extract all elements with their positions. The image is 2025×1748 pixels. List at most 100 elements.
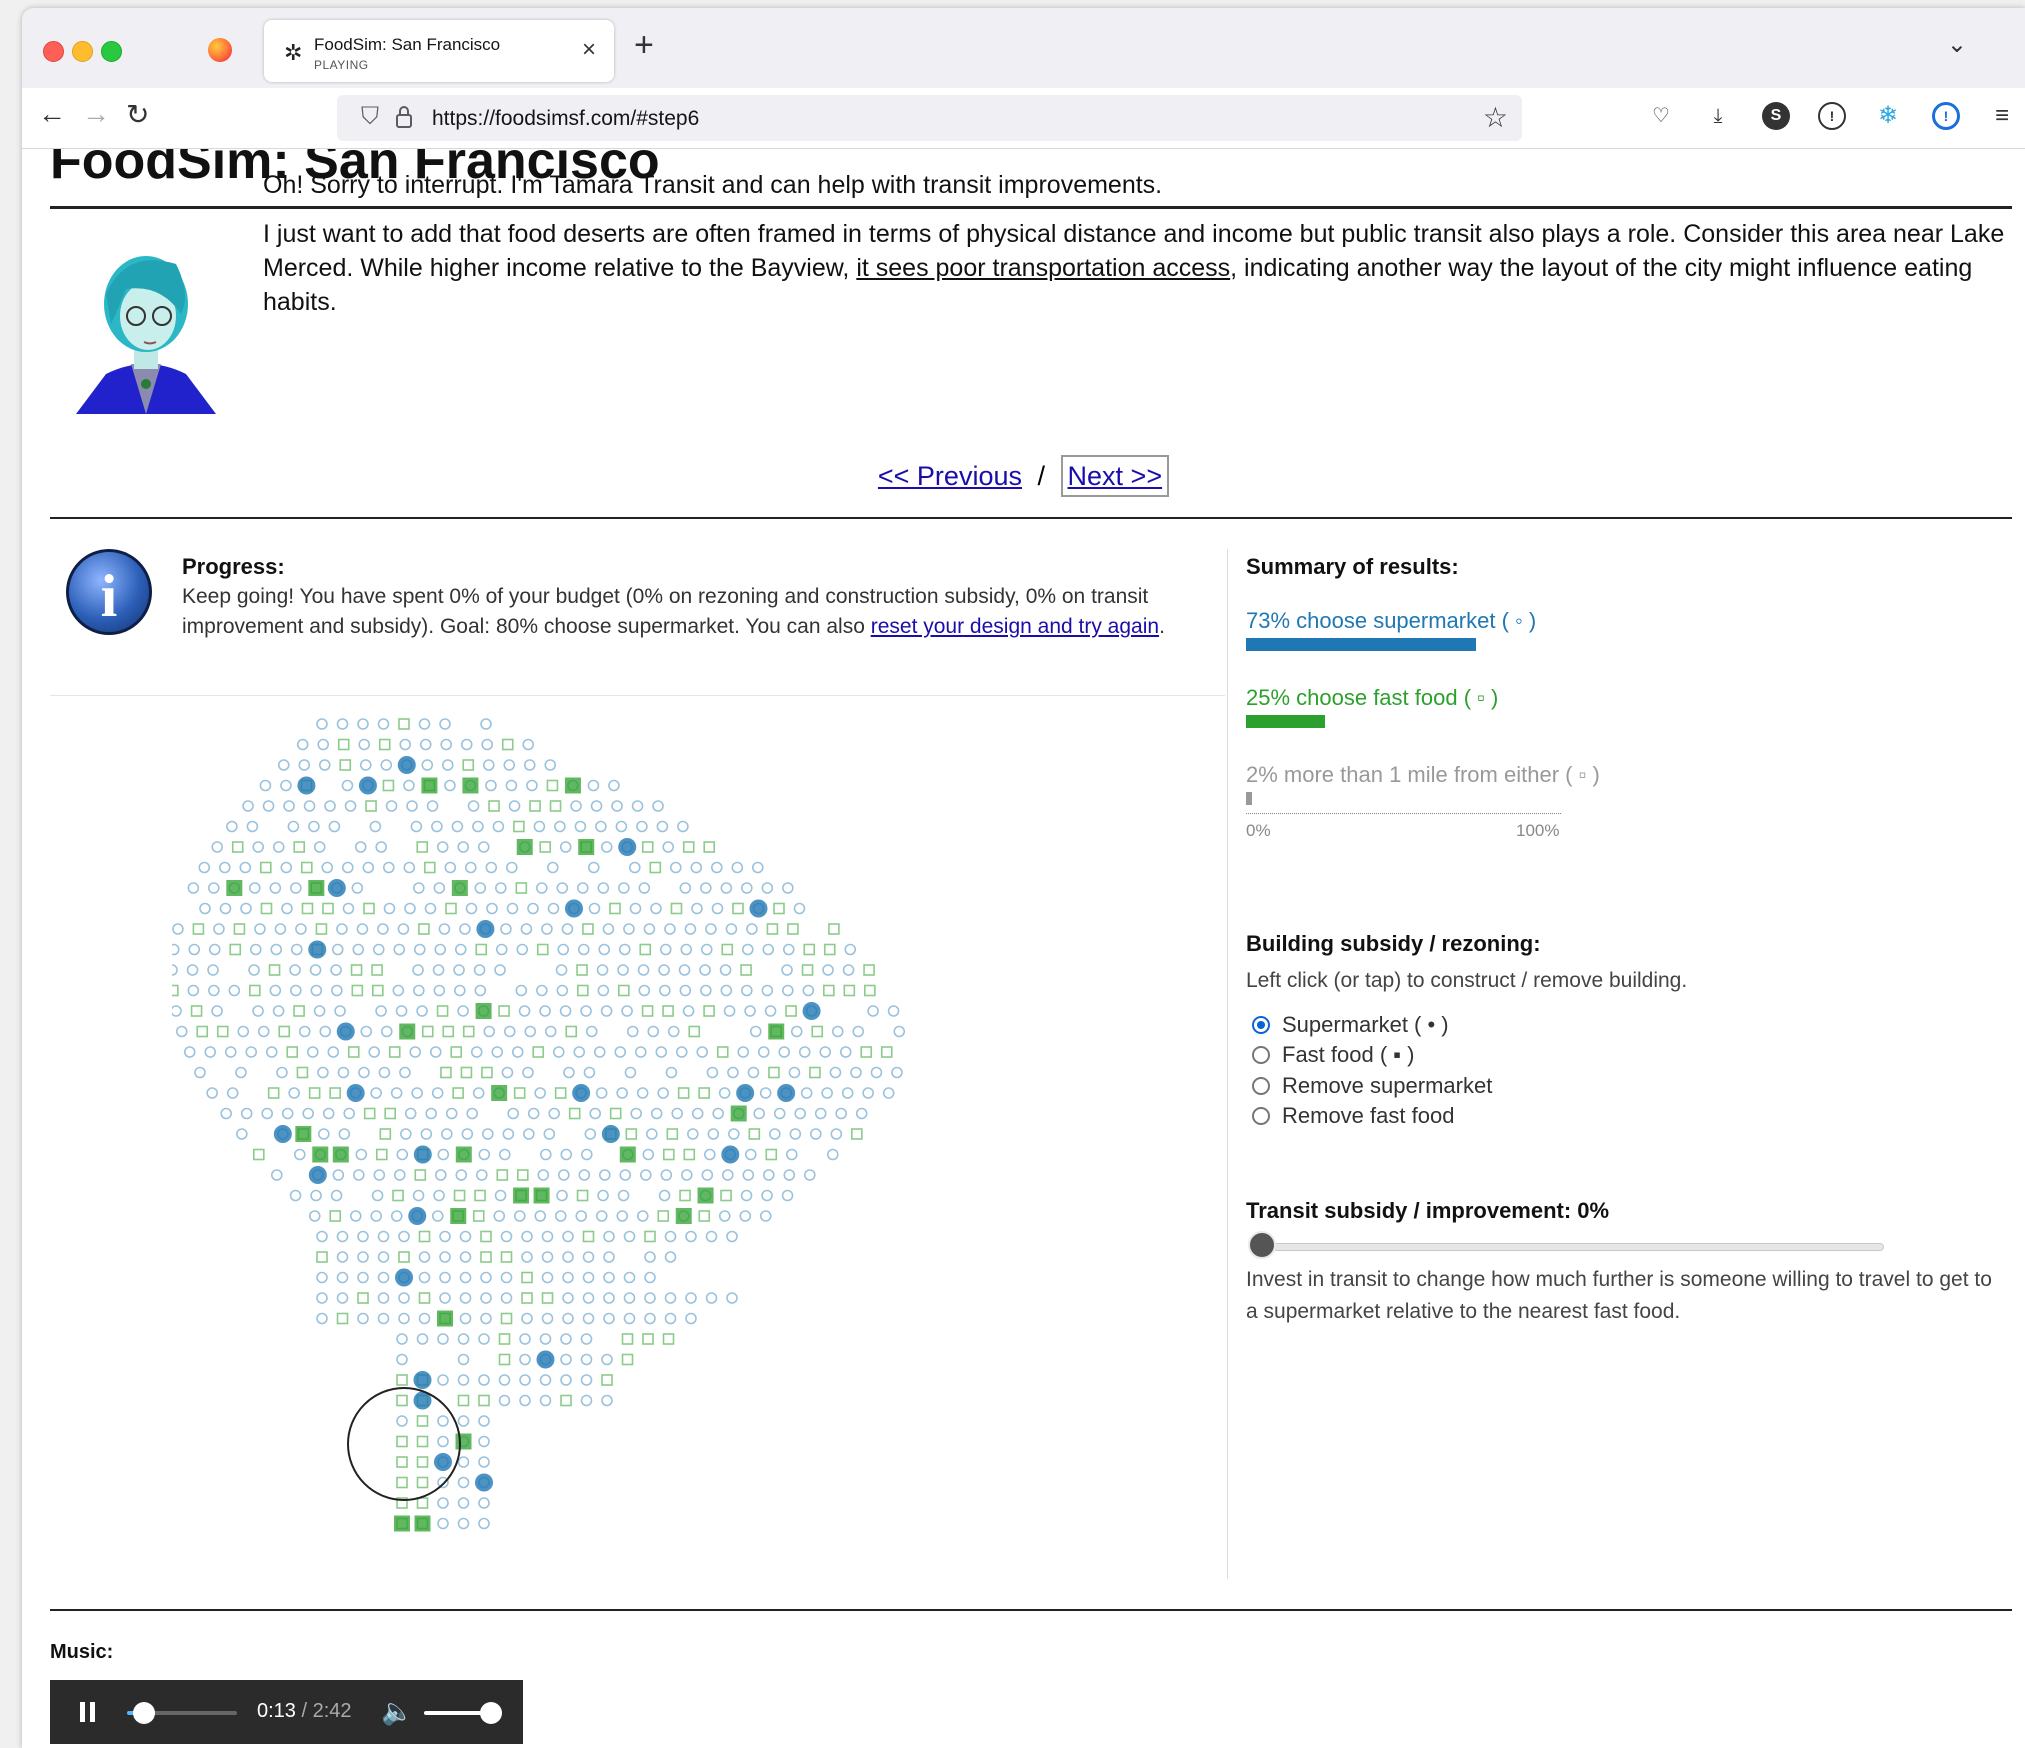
fast-food-block[interactable] bbox=[233, 923, 246, 935]
fast-food-block[interactable] bbox=[252, 1148, 265, 1161]
supermarket-block[interactable] bbox=[383, 902, 396, 915]
supermarket-building[interactable] bbox=[297, 776, 316, 795]
fast-food-block[interactable] bbox=[260, 902, 273, 915]
supermarket-block[interactable] bbox=[466, 1107, 479, 1120]
supermarket-block[interactable] bbox=[322, 1107, 335, 1120]
supermarket-block[interactable] bbox=[313, 841, 326, 853]
supermarket-block[interactable] bbox=[341, 861, 354, 874]
supermarket-block[interactable] bbox=[541, 923, 553, 935]
supermarket-block[interactable] bbox=[788, 1066, 801, 1079]
supermarket-block[interactable] bbox=[327, 1046, 340, 1058]
supermarket-block[interactable] bbox=[646, 1128, 658, 1140]
supermarket-block[interactable] bbox=[372, 943, 385, 956]
supermarket-block[interactable] bbox=[664, 923, 676, 935]
supermarket-block[interactable] bbox=[520, 923, 533, 935]
supermarket-block[interactable] bbox=[172, 964, 178, 976]
supermarket-block[interactable] bbox=[287, 820, 300, 833]
supermarket-block[interactable] bbox=[638, 882, 651, 894]
supermarket-block[interactable] bbox=[298, 759, 311, 771]
fast-food-block[interactable] bbox=[703, 841, 716, 853]
supermarket-block[interactable] bbox=[317, 1066, 329, 1079]
supermarket-block[interactable] bbox=[357, 718, 369, 730]
fast-food-block[interactable] bbox=[496, 1169, 509, 1181]
fast-food-block[interactable] bbox=[457, 1394, 470, 1407]
supermarket-block[interactable] bbox=[295, 923, 307, 935]
supermarket-block[interactable] bbox=[318, 759, 331, 771]
supermarket-block[interactable] bbox=[459, 1292, 472, 1304]
fast-food-block[interactable] bbox=[472, 1210, 485, 1222]
supermarket-block[interactable] bbox=[574, 820, 587, 833]
url-text[interactable]: https://foodsimsf.com/#step6 bbox=[432, 107, 699, 131]
supermarket-block[interactable] bbox=[587, 861, 600, 874]
supermarket-block[interactable] bbox=[664, 1312, 677, 1325]
supermarket-building[interactable] bbox=[476, 920, 495, 938]
supermarket-block[interactable] bbox=[537, 1169, 550, 1181]
fast-food-block[interactable] bbox=[577, 984, 589, 997]
supermarket-block[interactable] bbox=[358, 1066, 370, 1079]
supermarket-block[interactable] bbox=[457, 1005, 469, 1017]
fast-food-block[interactable] bbox=[453, 1189, 466, 1202]
supermarket-block[interactable] bbox=[679, 984, 692, 997]
supermarket-block[interactable] bbox=[236, 1128, 248, 1140]
supermarket-block[interactable] bbox=[377, 1251, 390, 1263]
supermarket-block[interactable] bbox=[759, 1210, 772, 1222]
supermarket-block[interactable] bbox=[521, 1251, 533, 1263]
supermarket-block[interactable] bbox=[621, 1005, 633, 1017]
supermarket-block[interactable] bbox=[639, 1169, 652, 1181]
supermarket-block[interactable] bbox=[494, 964, 506, 976]
supermarket-block[interactable] bbox=[539, 1394, 552, 1407]
fast-food-block[interactable] bbox=[418, 1292, 431, 1304]
supermarket-building[interactable] bbox=[618, 838, 637, 856]
supermarket-block[interactable] bbox=[687, 1128, 699, 1140]
supermarket-block[interactable] bbox=[539, 1148, 552, 1161]
fast-food-block[interactable] bbox=[740, 964, 752, 976]
supermarket-block[interactable] bbox=[548, 1107, 561, 1120]
supermarket-building[interactable] bbox=[358, 776, 377, 795]
supermarket-block[interactable] bbox=[362, 861, 375, 874]
supermarket-block[interactable] bbox=[761, 1189, 773, 1202]
supermarket-block[interactable] bbox=[457, 1415, 470, 1427]
supermarket-block[interactable] bbox=[439, 718, 451, 730]
fast-food-block[interactable] bbox=[657, 1210, 670, 1222]
fast-food-block[interactable] bbox=[766, 923, 779, 935]
supermarket-block[interactable] bbox=[505, 779, 518, 792]
supermarket-block[interactable] bbox=[793, 902, 806, 915]
supermarket-block[interactable] bbox=[616, 1087, 628, 1099]
supermarket-block[interactable] bbox=[701, 1169, 714, 1181]
supermarket-block[interactable] bbox=[355, 1148, 368, 1161]
fast-food-block[interactable] bbox=[682, 841, 695, 853]
fast-food-block[interactable] bbox=[278, 1025, 291, 1038]
supermarket-block[interactable] bbox=[826, 1148, 839, 1161]
supermarket-block[interactable] bbox=[527, 902, 539, 915]
supermarket-block[interactable] bbox=[671, 1107, 684, 1120]
radio-fast-food[interactable] bbox=[1252, 1046, 1270, 1064]
supermarket-block[interactable] bbox=[308, 820, 320, 833]
supermarket-block[interactable] bbox=[240, 902, 252, 915]
supermarket-block[interactable] bbox=[539, 1374, 552, 1386]
supermarket-block[interactable] bbox=[677, 820, 689, 833]
supermarket-block[interactable] bbox=[841, 1087, 854, 1099]
supermarket-block[interactable] bbox=[352, 1169, 365, 1181]
fast-food-block[interactable] bbox=[460, 1066, 473, 1079]
supermarket-block[interactable] bbox=[700, 984, 712, 997]
fast-food-block[interactable] bbox=[396, 1476, 408, 1489]
supermarket-block[interactable] bbox=[444, 779, 456, 792]
supermarket-block[interactable] bbox=[829, 1066, 842, 1079]
supermarket-block[interactable] bbox=[439, 1230, 451, 1243]
supermarket-building[interactable] bbox=[336, 1022, 355, 1041]
supermarket-block[interactable] bbox=[643, 923, 656, 935]
supermarket-block[interactable] bbox=[785, 1148, 798, 1161]
supermarket-block[interactable] bbox=[518, 1005, 531, 1017]
supermarket-block[interactable] bbox=[409, 1046, 422, 1058]
supermarket-block[interactable] bbox=[575, 1210, 588, 1222]
fast-food-block[interactable] bbox=[500, 1312, 513, 1325]
fast-food-block[interactable] bbox=[308, 1087, 321, 1099]
supermarket-block[interactable] bbox=[349, 1210, 362, 1222]
supermarket-block[interactable] bbox=[289, 1189, 302, 1202]
fast-food-block[interactable] bbox=[803, 943, 816, 956]
supermarket-block[interactable] bbox=[737, 1046, 750, 1058]
supermarket-block[interactable] bbox=[319, 1025, 332, 1038]
snowflake-icon[interactable]: ❄ bbox=[1874, 102, 1902, 130]
supermarket-block[interactable] bbox=[720, 882, 733, 894]
fast-food-block[interactable] bbox=[828, 923, 840, 935]
